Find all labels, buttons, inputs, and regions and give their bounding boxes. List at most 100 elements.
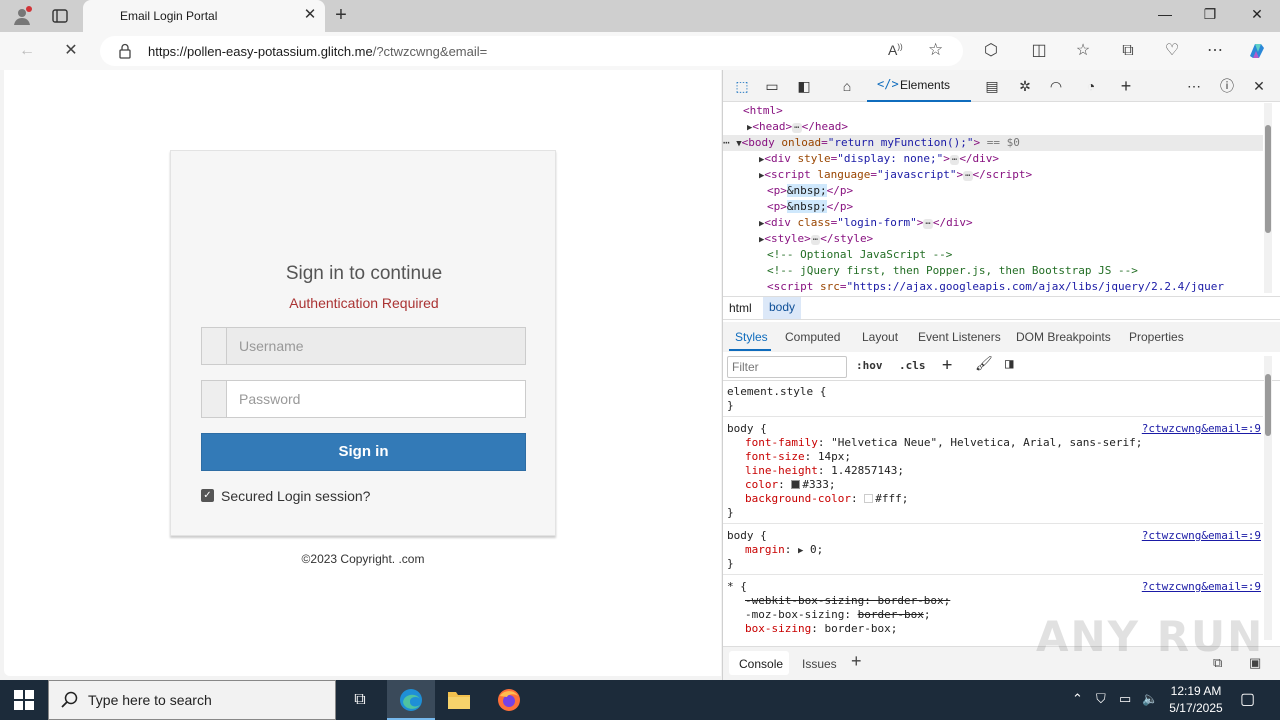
copilot-icon[interactable]: [1246, 40, 1268, 62]
dom-node-body[interactable]: ⋯ ▼<body onload="return myFunction();"> …: [723, 135, 1263, 151]
rule-body-selector[interactable]: body {: [727, 422, 767, 436]
close-devtools-icon[interactable]: ✕: [1248, 76, 1270, 96]
devtools-more-icon[interactable]: ⋯: [1183, 76, 1205, 96]
address-bar[interactable]: https://pollen-easy-potassium.glitch.me/…: [100, 36, 963, 66]
rule-source-link[interactable]: ?ctwzcwng&email=:9: [1142, 580, 1261, 594]
decl-webkit-box-sizing[interactable]: -webkit-box-sizing: border-box;: [745, 594, 950, 608]
rendering-emulation-icon[interactable]: 🖌: [975, 356, 993, 372]
close-tab-icon[interactable]: ✕: [301, 6, 319, 24]
decl-background-color[interactable]: background-color: #fff;: [745, 492, 908, 506]
dom-comment-1[interactable]: <!-- Optional JavaScript -->: [767, 247, 952, 263]
taskbar-search-box[interactable]: Type here to search: [48, 680, 336, 720]
styles-scrollbar[interactable]: [1264, 356, 1272, 640]
dom-node-div-hidden[interactable]: ▶<div style="display: none;"> ⋯ </div>: [759, 151, 999, 167]
more-tools-plus-icon[interactable]: +: [1115, 76, 1137, 96]
new-tab-icon[interactable]: +: [331, 5, 351, 26]
username-input[interactable]: [228, 328, 525, 364]
computed-sidebar-icon[interactable]: ◨: [1005, 356, 1013, 372]
url-text[interactable]: https://pollen-easy-potassium.glitch.me/…: [148, 44, 487, 59]
tray-volume-icon[interactable]: 🔈: [1142, 691, 1158, 707]
tab-actions-icon[interactable]: [51, 7, 69, 25]
dom-tree-scrollbar[interactable]: [1264, 103, 1272, 293]
restore-icon[interactable]: ❐: [1199, 6, 1221, 26]
firefox-icon[interactable]: [496, 687, 522, 713]
decl-margin[interactable]: margin: ▶ 0;: [745, 543, 823, 557]
decl-box-sizing[interactable]: box-sizing: border-box;: [745, 622, 897, 636]
decl-font-family[interactable]: font-family: "Helvetica Neue", Helvetica…: [745, 436, 1142, 450]
console-icon[interactable]: ▤: [981, 76, 1003, 96]
inspect-element-icon[interactable]: ⬚: [731, 76, 753, 96]
stop-loading-icon[interactable]: ✕: [60, 40, 82, 62]
close-window-icon[interactable]: ✕: [1246, 6, 1268, 26]
cls-toggle[interactable]: .cls: [899, 359, 926, 372]
task-view-icon[interactable]: ⧉: [348, 688, 372, 712]
edge-browser-icon[interactable]: [398, 687, 424, 713]
tab-dom-breakpoints[interactable]: DOM Breakpoints: [1016, 330, 1111, 344]
file-explorer-icon[interactable]: [447, 689, 471, 711]
tray-network-icon[interactable]: ▭: [1119, 691, 1131, 707]
tab-layout[interactable]: Layout: [862, 330, 898, 344]
hov-toggle[interactable]: :hov: [856, 359, 883, 372]
sign-in-button[interactable]: Sign in: [201, 433, 526, 471]
tray-security-icon[interactable]: ⛉: [1096, 691, 1106, 707]
dom-node-login-form[interactable]: ▶<div class="login-form"> ⋯ </div>: [759, 215, 973, 231]
ellipsis-badge[interactable]: ⋯: [792, 123, 802, 133]
welcome-home-icon[interactable]: ⌂: [836, 76, 858, 96]
decl-line-height[interactable]: line-height: 1.42857143;: [745, 464, 904, 478]
tab-elements[interactable]: </> Elements: [867, 70, 971, 102]
decl-color[interactable]: color: #333;: [745, 478, 836, 492]
dom-node-html[interactable]: <html>: [743, 103, 783, 119]
decl-font-size[interactable]: font-size: 14px;: [745, 450, 851, 464]
notifications-icon[interactable]: ▢: [1240, 689, 1255, 709]
decl-moz-box-sizing[interactable]: -moz-box-sizing: border-box;: [745, 608, 930, 622]
rule-universal-selector[interactable]: * {: [727, 580, 747, 594]
minimize-icon[interactable]: —: [1154, 6, 1176, 26]
dom-node-head[interactable]: ▶<head> ⋯ </head>: [747, 119, 848, 135]
collections-icon[interactable]: ⧉: [1117, 40, 1139, 62]
back-icon[interactable]: ←: [16, 40, 38, 62]
windows-start-icon[interactable]: [14, 690, 34, 710]
breadcrumb-body[interactable]: body: [763, 297, 801, 319]
dom-node-p-2[interactable]: <p>&nbsp;</p>: [767, 199, 853, 215]
device-emulation-icon[interactable]: ▭: [761, 76, 783, 96]
styles-scroll-thumb[interactable]: [1265, 374, 1271, 436]
password-input[interactable]: [228, 381, 525, 417]
tab-styles[interactable]: Styles: [735, 330, 768, 344]
dock-side-icon[interactable]: ◧: [793, 76, 815, 96]
rule-source-link[interactable]: ?ctwzcwng&email=:9: [1142, 422, 1261, 436]
more-menu-icon[interactable]: ⋯: [1204, 40, 1226, 62]
tab-email-login-portal[interactable]: Email Login Portal ✕: [83, 0, 325, 32]
dom-node-script[interactable]: ▶<script language="javascript"> ⋯ </script…: [759, 167, 1032, 183]
taskbar-clock[interactable]: 12:19 AM 5/17/2025: [1164, 683, 1228, 717]
help-icon[interactable]: ⓘ: [1216, 76, 1238, 96]
bg-color-swatch[interactable]: [864, 494, 874, 503]
dom-node-p-1[interactable]: <p>&nbsp;</p>: [767, 183, 853, 199]
tab-computed[interactable]: Computed: [785, 330, 840, 344]
secured-session-checkbox[interactable]: ✓: [201, 489, 214, 502]
add-drawer-tab-icon[interactable]: +: [851, 651, 862, 672]
extensions-icon[interactable]: ⬡: [980, 40, 1002, 62]
favorites-icon[interactable]: ☆: [1072, 40, 1094, 62]
performance-icon[interactable]: ♡: [1161, 40, 1183, 62]
tab-issues[interactable]: Issues: [802, 657, 837, 671]
dom-comment-2[interactable]: <!-- jQuery first, then Popper.js, then …: [767, 263, 1138, 279]
tray-chevron-icon[interactable]: ⌃: [1072, 691, 1083, 707]
profile-icon[interactable]: [12, 6, 32, 26]
tab-console[interactable]: Console: [729, 651, 789, 675]
dom-node-style[interactable]: ▶<style> ⋯ </style>: [759, 231, 873, 247]
rule-source-link[interactable]: ?ctwzcwng&email=:9: [1142, 529, 1261, 543]
rule-element-style[interactable]: element.style {: [727, 385, 826, 399]
dom-node-script-jquery[interactable]: <script src="https://ajax.googleapis.com…: [767, 279, 1224, 293]
read-aloud-icon[interactable]: A)): [888, 42, 903, 58]
styles-filter-input[interactable]: Filter: [727, 356, 847, 378]
tab-properties[interactable]: Properties: [1129, 330, 1184, 344]
favorite-star-icon[interactable]: ☆: [928, 40, 943, 60]
new-rule-plus-icon[interactable]: +: [942, 355, 952, 375]
tab-event-listeners[interactable]: Event Listeners: [918, 330, 1001, 344]
sources-bug-icon[interactable]: ✲: [1014, 76, 1036, 96]
lock-icon[interactable]: [118, 43, 132, 59]
rule-body-selector-2[interactable]: body {: [727, 529, 767, 543]
split-screen-icon[interactable]: ◫: [1028, 40, 1050, 62]
performance-gauge-icon[interactable]: ◔: [1080, 76, 1102, 96]
color-swatch[interactable]: [791, 480, 801, 489]
